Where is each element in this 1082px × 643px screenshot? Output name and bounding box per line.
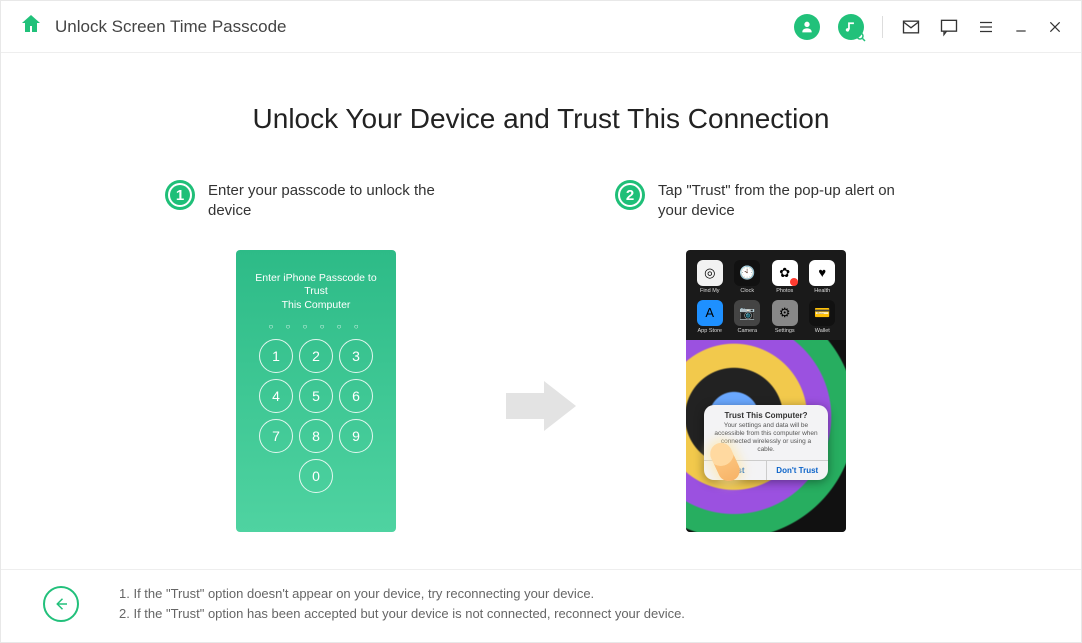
footer: 1. If the "Trust" option doesn't appear … <box>1 569 1081 642</box>
account-icon[interactable] <box>794 14 820 40</box>
step-2-badge: 2 <box>616 181 644 209</box>
close-icon[interactable] <box>1047 19 1063 35</box>
passcode-dots: ○ ○ ○ ○ ○ ○ <box>268 322 363 331</box>
footer-note-1: 1. If the "Trust" option doesn't appear … <box>119 584 685 604</box>
main-content: Unlock Your Device and Trust This Connec… <box>1 53 1081 569</box>
wallpaper: Trust This Computer? Your settings and d… <box>686 340 846 532</box>
header-divider <box>882 16 883 38</box>
app-icon: ◎ <box>697 260 723 286</box>
app-settings: ⚙ Settings <box>769 300 801 334</box>
key-4: 4 <box>259 379 293 413</box>
music-search-icon[interactable] <box>838 14 864 40</box>
app-wallet: 💳 Wallet <box>807 300 839 334</box>
app-icon: ⚙ <box>772 300 798 326</box>
key-9: 9 <box>339 419 373 453</box>
app-icon: ♥ <box>809 260 835 286</box>
app-label: Camera <box>737 328 757 334</box>
popup-title: Trust This Computer? <box>704 405 828 422</box>
key-7: 7 <box>259 419 293 453</box>
key-0: 0 <box>299 459 333 493</box>
phone-trust-illustration: ◎ Find My 🕙 Clock ✿Photos ♥ Health A App Store 📷 C… <box>686 250 846 532</box>
arrow-icon <box>506 381 576 431</box>
menu-icon[interactable] <box>977 18 995 36</box>
mail-icon[interactable] <box>901 17 921 37</box>
app-label: Clock <box>740 288 754 294</box>
app-app-store: A App Store <box>694 300 726 334</box>
key-5: 5 <box>299 379 333 413</box>
app-health: ♥ Health <box>807 260 839 294</box>
phone-left-title-2: This Computer <box>282 299 351 311</box>
app-label: Photos <box>776 288 793 294</box>
app-label: App Store <box>698 328 722 334</box>
app-icon: A <box>697 300 723 326</box>
minimize-icon[interactable] <box>1013 19 1029 35</box>
app-label: Settings <box>775 328 795 334</box>
app-label: Wallet <box>815 328 830 334</box>
back-button[interactable] <box>43 586 79 622</box>
step-1-label: Enter your passcode to unlock the device <box>208 181 466 222</box>
app-camera: 📷 Camera <box>732 300 764 334</box>
popup-dont-trust: Don't Trust <box>767 461 829 480</box>
key-1: 1 <box>259 339 293 373</box>
app-photos: ✿Photos <box>769 260 801 294</box>
footer-note-2: 2. If the "Trust" option has been accept… <box>119 604 685 624</box>
phone-passcode-illustration: Enter iPhone Passcode to Trust This Comp… <box>236 250 396 532</box>
app-grid: ◎ Find My 🕙 Clock ✿Photos ♥ Health A App Store 📷 C… <box>686 250 846 340</box>
keypad: 1 2 3 4 5 6 7 8 9 0 <box>259 339 373 493</box>
step-2-label: Tap "Trust" from the pop-up alert on you… <box>658 181 916 222</box>
home-icon[interactable] <box>19 12 43 41</box>
app-clock: 🕙 Clock <box>732 260 764 294</box>
feedback-icon[interactable] <box>939 17 959 37</box>
app-header: Unlock Screen Time Passcode <box>1 1 1081 53</box>
key-2: 2 <box>299 339 333 373</box>
header-title: Unlock Screen Time Passcode <box>55 17 287 37</box>
step-2: 2 Tap "Trust" from the pop-up alert on y… <box>616 181 916 532</box>
key-6: 6 <box>339 379 373 413</box>
app-label: Find My <box>700 288 720 294</box>
page-title: Unlock Your Device and Trust This Connec… <box>253 103 830 135</box>
footer-notes: 1. If the "Trust" option doesn't appear … <box>119 584 685 624</box>
app-icon: 💳 <box>809 300 835 326</box>
key-8: 8 <box>299 419 333 453</box>
app-icon: 📷 <box>734 300 760 326</box>
app-find-my: ◎ Find My <box>694 260 726 294</box>
app-label: Health <box>814 288 830 294</box>
steps-row: 1 Enter your passcode to unlock the devi… <box>166 181 916 532</box>
step-1-badge: 1 <box>166 181 194 209</box>
app-icon: 🕙 <box>734 260 760 286</box>
step-1: 1 Enter your passcode to unlock the devi… <box>166 181 466 532</box>
phone-left-title-1: Enter iPhone Passcode to Trust <box>255 272 376 298</box>
key-3: 3 <box>339 339 373 373</box>
